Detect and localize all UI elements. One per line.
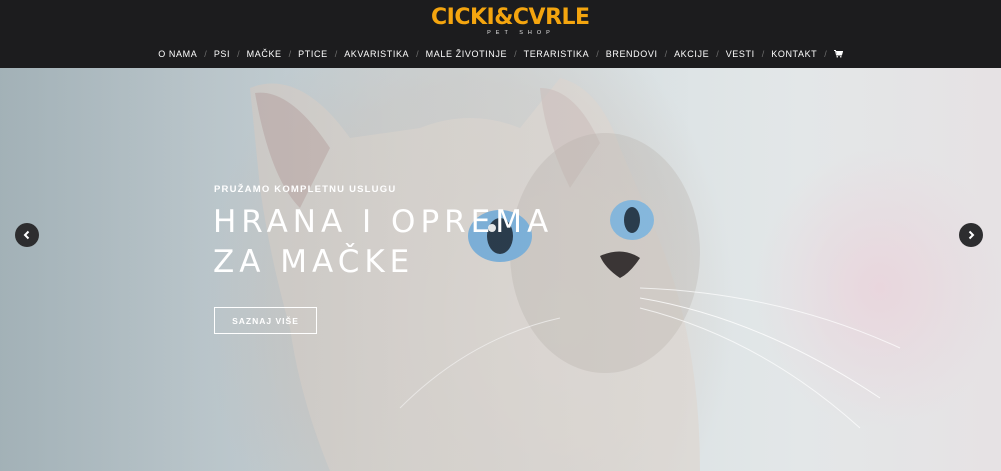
- nav-item-kontakt[interactable]: KONTAKT: [771, 49, 817, 59]
- nav-separator: /: [596, 49, 599, 59]
- logo-tagline: PET SHOP: [487, 30, 555, 36]
- nav-separator: /: [334, 49, 338, 59]
- nav-item-brendovi[interactable]: BRENDOVI: [606, 49, 658, 59]
- site-logo[interactable]: CICKI&CVRLE PET SHOP: [431, 5, 590, 39]
- nav-separator: /: [288, 49, 292, 59]
- nav-separator: /: [761, 49, 765, 59]
- nav-item-psi[interactable]: PSI: [214, 49, 230, 59]
- hero-headline: HRANA I OPREMA ZA MAČKE: [213, 202, 593, 282]
- nav-separator: /: [824, 49, 827, 59]
- nav-item-ptice[interactable]: PTICE: [298, 49, 328, 59]
- learn-more-button[interactable]: SAZNAJ VIŠE: [214, 307, 317, 334]
- hero-headline-line2: ZA MAČKE: [213, 244, 415, 280]
- hero-headline-line1: HRANA I OPREMA: [213, 204, 554, 240]
- nav-separator: /: [716, 49, 719, 59]
- nav-separator: /: [204, 49, 207, 59]
- hero-slider: PRUŽAMO KOMPLETNU USLUGU HRANA I OPREMA …: [0, 68, 1001, 471]
- slider-prev-button[interactable]: [15, 223, 39, 247]
- nav-item-akvaristika[interactable]: AKVARISTIKA: [344, 49, 409, 59]
- nav-separator: /: [514, 49, 517, 59]
- nav-separator: /: [664, 49, 668, 59]
- cart-icon[interactable]: [833, 50, 843, 58]
- chevron-right-icon: [968, 230, 975, 240]
- nav-item-o-nama[interactable]: O NAMA: [158, 49, 197, 59]
- site-header: CICKI&CVRLE PET SHOP O NAMA / PSI / MAČK…: [0, 0, 1001, 68]
- logo-wordmark: CICKI&CVRLE: [431, 5, 590, 30]
- nav-separator: /: [416, 49, 419, 59]
- slider-next-button[interactable]: [959, 223, 983, 247]
- nav-separator: /: [237, 49, 240, 59]
- nav-item-akcije[interactable]: AKCIJE: [674, 49, 709, 59]
- chevron-left-icon: [23, 230, 30, 240]
- nav-item-male-zivotinje[interactable]: MALE ŽIVOTINJE: [426, 49, 507, 59]
- nav-item-vesti[interactable]: VESTI: [726, 49, 755, 59]
- nav-item-teraristika[interactable]: TERARISTIKA: [524, 49, 590, 59]
- hero-eyebrow: PRUŽAMO KOMPLETNU USLUGU: [214, 184, 397, 195]
- main-nav: O NAMA / PSI / MAČKE / PTICE / AKVARISTI…: [0, 46, 1001, 62]
- nav-item-macke[interactable]: MAČKE: [247, 49, 282, 59]
